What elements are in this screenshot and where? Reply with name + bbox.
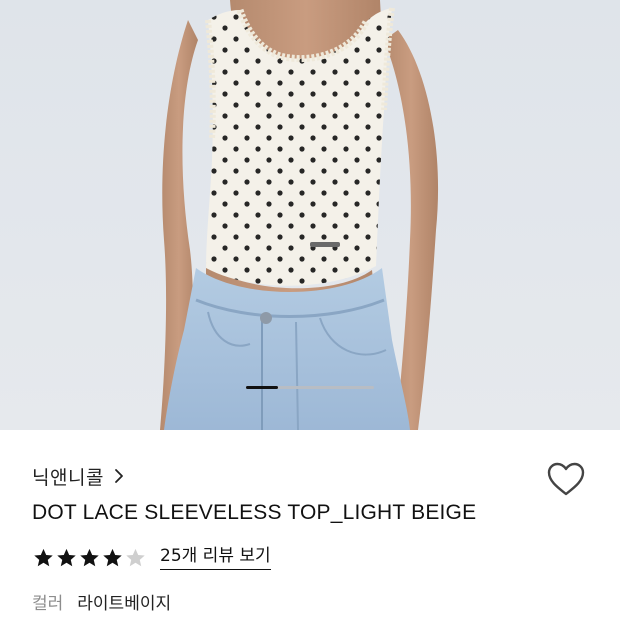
brand-link[interactable]: 닉앤니콜 [32, 463, 124, 489]
star-filled-icon [57, 548, 76, 567]
chevron-right-icon [115, 469, 123, 483]
option-label: 컬러 [32, 593, 64, 614]
star-filled-icon [103, 548, 122, 567]
heart-outline-icon[interactable] [546, 461, 586, 497]
brand-name[interactable]: 닉앤니콜 [32, 463, 104, 490]
review-link[interactable]: 25개 리뷰 보기 [160, 546, 271, 570]
carousel-indicator-active [246, 386, 278, 389]
model-photo [160, 0, 439, 430]
carousel-indicator [246, 386, 374, 389]
star-empty-icon [126, 548, 145, 567]
star-rating [33, 548, 146, 568]
product-info: 닉앤니콜 DOT LACE SLEEVELESS TOP_LIGHT BEIGE… [0, 430, 620, 620]
option-value: 라이트베이지 [77, 593, 172, 614]
product-title: DOT LACE SLEEVELESS TOP_LIGHT BEIGE [32, 501, 477, 524]
star-filled-icon [80, 548, 99, 567]
rating-row: 25개 리뷰 보기 [33, 544, 271, 572]
star-filled-icon [34, 548, 53, 567]
product-image[interactable] [0, 0, 620, 430]
color-option: 컬러 라이트베이지 [32, 589, 172, 614]
